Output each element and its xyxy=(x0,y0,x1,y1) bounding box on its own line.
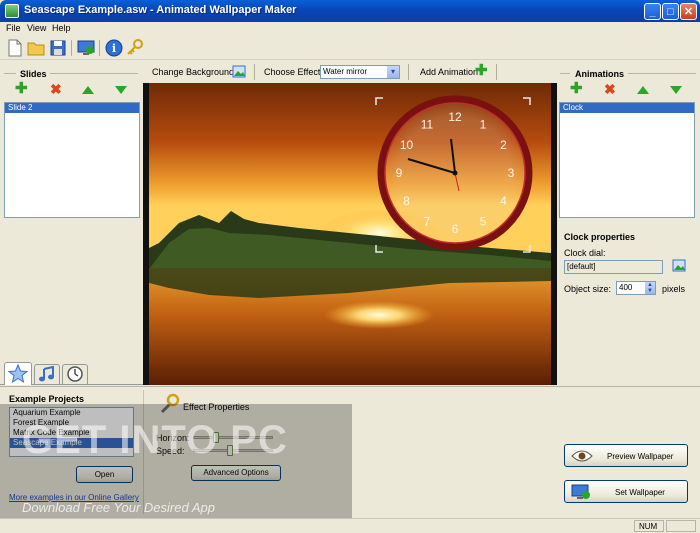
clock-numeral: 9 xyxy=(396,166,403,180)
delete-slide-button[interactable]: ✖ xyxy=(50,82,62,96)
clock-properties-title: Clock properties xyxy=(564,232,636,242)
preview-wallpaper-label: Preview Wallpaper xyxy=(607,452,674,461)
key-icon[interactable] xyxy=(126,39,144,57)
effect-select-value: Water mirror xyxy=(323,67,368,76)
add-animation-list-button[interactable]: ✚ xyxy=(570,81,583,96)
add-slide-button[interactable]: ✚ xyxy=(15,81,28,96)
clock-animation[interactable]: 121234567891011 xyxy=(373,95,533,255)
menu-help[interactable]: Help xyxy=(52,23,71,33)
move-slide-down-button[interactable] xyxy=(115,86,127,94)
tab-projects[interactable] xyxy=(4,362,32,385)
clock-dial-field[interactable]: [default] xyxy=(564,260,663,274)
animations-list[interactable]: Clock xyxy=(559,102,695,218)
status-pane xyxy=(666,520,696,532)
minimize-button[interactable]: _ xyxy=(644,3,661,20)
toolbar-separator xyxy=(99,40,100,56)
add-animation-label[interactable]: Add Animation xyxy=(420,67,478,77)
status-bar: NUM xyxy=(0,518,700,533)
move-slide-up-button[interactable] xyxy=(82,86,94,94)
divider xyxy=(50,73,138,74)
close-button[interactable]: ✕ xyxy=(680,3,697,20)
choose-effect-label: Choose Effect: xyxy=(264,67,323,77)
menu-view[interactable]: View xyxy=(27,23,46,33)
example-projects-title: Example Projects xyxy=(9,394,85,404)
toolbar-separator xyxy=(496,64,497,80)
spin-arrows-icon[interactable]: ▲ ▼ xyxy=(645,282,655,294)
divider xyxy=(4,73,16,74)
divider xyxy=(560,73,570,74)
menu-bar: File View Help xyxy=(0,22,700,36)
animations-title: Animations xyxy=(575,69,625,79)
toolbar-separator xyxy=(408,64,409,80)
open-folder-icon[interactable] xyxy=(27,39,45,57)
toolbar-separator xyxy=(254,64,255,80)
move-animation-up-button[interactable] xyxy=(637,86,649,94)
list-item[interactable]: Slide 2 xyxy=(5,103,139,113)
clock-numeral: 7 xyxy=(424,215,431,229)
list-item[interactable]: Clock xyxy=(560,103,694,113)
music-note-icon xyxy=(39,365,54,382)
clock-numeral: 5 xyxy=(480,215,487,229)
object-size-stepper[interactable]: 400 ▲ ▼ xyxy=(616,281,656,295)
divider xyxy=(0,386,700,387)
window-title: Seascape Example.asw - Animated Wallpape… xyxy=(24,4,297,16)
clock-dial-label: Clock dial: xyxy=(564,248,606,258)
wallpaper-canvas[interactable]: 12 1 2 3 4 5 6 7 8 9 10 11 xyxy=(143,83,557,385)
watermark-sub-text: Download Free Your Desired App xyxy=(22,500,215,515)
maximize-button[interactable]: □ xyxy=(662,3,679,20)
object-size-value: 400 xyxy=(619,283,633,292)
star-icon xyxy=(7,363,29,384)
clock-numeral: 1 xyxy=(480,118,487,132)
clock-numeral: 6 xyxy=(452,222,459,236)
clock-icon xyxy=(67,366,83,382)
new-file-icon[interactable] xyxy=(6,39,24,57)
clock-numeral: 11 xyxy=(421,118,434,132)
slides-list[interactable]: Slide 2 xyxy=(4,102,140,218)
watermark-overlay: GET INTO PC Download Free Your Desired A… xyxy=(0,404,352,528)
info-icon[interactable]: i xyxy=(105,39,123,57)
effect-bar: Change Background Choose Effect: Water m… xyxy=(146,62,556,82)
app-icon xyxy=(5,4,19,18)
menu-file[interactable]: File xyxy=(6,23,21,33)
tab-music[interactable] xyxy=(34,364,60,384)
set-wallpaper-button[interactable]: Set Wallpaper xyxy=(564,480,688,503)
clock-numeral: 4 xyxy=(500,194,507,208)
chevron-down-icon[interactable]: ▾ xyxy=(387,66,399,78)
monitor-icon xyxy=(571,484,590,499)
tab-clock[interactable] xyxy=(62,364,88,384)
eye-icon xyxy=(571,450,593,462)
clock-dial-value: [default] xyxy=(567,262,596,271)
set-wallpaper-label: Set Wallpaper xyxy=(615,488,665,497)
clock-numeral: 2 xyxy=(500,138,507,152)
title-bar: Seascape Example.asw - Animated Wallpape… xyxy=(0,0,700,22)
move-animation-down-button[interactable] xyxy=(670,86,682,94)
clock-numeral: 3 xyxy=(508,166,515,180)
watermark-main-text: GET INTO PC xyxy=(22,418,288,462)
slides-title: Slides xyxy=(20,69,47,79)
num-lock-indicator: NUM xyxy=(634,520,664,532)
object-size-unit: pixels xyxy=(662,284,686,294)
add-animation-button[interactable]: ✚ xyxy=(475,63,488,78)
clock-numeral: 10 xyxy=(400,138,414,152)
delete-animation-button[interactable]: ✖ xyxy=(604,82,616,96)
monitor-icon[interactable] xyxy=(77,39,95,57)
image-icon[interactable] xyxy=(232,65,246,78)
divider xyxy=(628,73,696,74)
clock-numeral: 12 xyxy=(448,110,462,124)
change-background-label[interactable]: Change Background xyxy=(152,67,234,77)
browse-image-icon[interactable] xyxy=(672,259,686,272)
clock-numeral: 8 xyxy=(403,194,410,208)
svg-text:i: i xyxy=(112,42,116,55)
save-icon[interactable] xyxy=(49,39,67,57)
object-size-label: Object size: xyxy=(564,284,612,294)
toolbar-separator xyxy=(71,40,72,56)
effect-select[interactable]: Water mirror ▾ xyxy=(320,65,400,79)
preview-wallpaper-button[interactable]: Preview Wallpaper xyxy=(564,444,688,467)
toolbar: i xyxy=(0,36,700,60)
